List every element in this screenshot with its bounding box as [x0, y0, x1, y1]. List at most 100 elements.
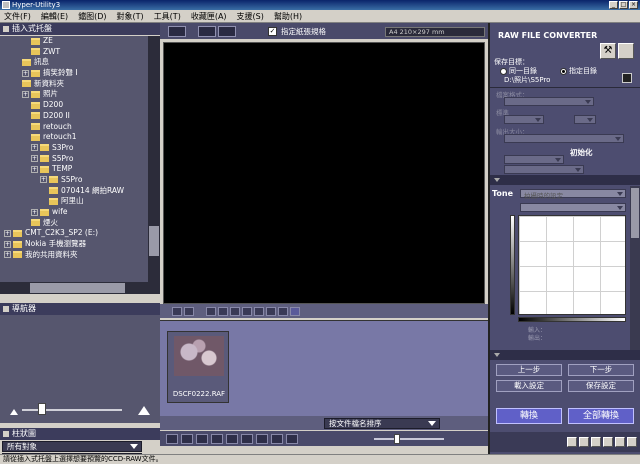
crop-icon[interactable]: [278, 306, 288, 316]
convert-button[interactable]: 轉換: [496, 408, 562, 424]
zoom-icon[interactable]: [254, 306, 264, 316]
menu-favorites[interactable]: 收藏匣(A): [191, 11, 227, 22]
format-select[interactable]: [504, 97, 594, 106]
scroll-thumb[interactable]: [30, 283, 125, 293]
tree-item[interactable]: retouch1: [0, 132, 148, 143]
info-icon[interactable]: [603, 437, 613, 447]
image-preview[interactable]: [163, 42, 485, 304]
menu-tools[interactable]: 工具(T): [154, 11, 181, 22]
print-icon[interactable]: [615, 437, 625, 447]
tree-item[interactable]: + CMT_C2K3_SP2 (E:): [0, 228, 148, 239]
load-settings-button[interactable]: 載入設定: [496, 380, 562, 392]
thumbnail-size-slider[interactable]: [374, 434, 444, 444]
grid-icon[interactable]: [579, 437, 589, 447]
tree-item[interactable]: 訊息: [0, 57, 148, 68]
settings-scrollbar[interactable]: [630, 186, 640, 350]
deselect-icon[interactable]: [241, 433, 253, 444]
sort-select[interactable]: 按文件檔名排序: [324, 418, 440, 429]
rotate-left-icon[interactable]: [206, 306, 216, 316]
scroll-thumb[interactable]: [149, 226, 159, 256]
option-select[interactable]: [504, 165, 584, 174]
initialize-button[interactable]: 初始化: [570, 147, 593, 158]
tree-item[interactable]: D200: [0, 100, 148, 111]
rotate-right-icon[interactable]: [218, 306, 228, 316]
expand-icon[interactable]: +: [31, 155, 38, 163]
expand-icon[interactable]: +: [31, 165, 38, 173]
object-filter-select[interactable]: 所有對象: [2, 441, 142, 452]
save-settings-button[interactable]: 保存設定: [568, 380, 634, 392]
expand-icon[interactable]: +: [31, 144, 38, 152]
tree-item[interactable]: + wife: [0, 207, 148, 218]
last-page-icon[interactable]: [211, 433, 223, 444]
hand-icon[interactable]: [266, 306, 276, 316]
menu-file[interactable]: 文件(F): [4, 11, 31, 22]
grid-icon[interactable]: [618, 43, 634, 59]
menu-edit[interactable]: 編輯(E): [41, 11, 68, 22]
navigator-header[interactable]: 導航器: [0, 303, 160, 315]
tree-item[interactable]: D200 II: [0, 111, 148, 122]
floppy-icon[interactable]: [622, 73, 632, 83]
folder-tree[interactable]: ZE ZWT 訊息 + 搞笑鈴聲 I 新資料夾 + 照片 D200 D200 II retouch r…: [0, 36, 148, 282]
tree-item[interactable]: 070414 網拍RAW: [0, 186, 148, 197]
next-page-icon[interactable]: [196, 433, 208, 444]
list-icon[interactable]: [591, 437, 601, 447]
quality-value[interactable]: [574, 115, 596, 124]
expand-icon[interactable]: +: [22, 90, 29, 98]
compare-view-button[interactable]: [218, 25, 236, 37]
thumbnail-item[interactable]: DSCF0222.RAF: [167, 331, 229, 403]
zoom-track[interactable]: [22, 409, 122, 411]
tone-curve-graph[interactable]: [518, 215, 626, 315]
expand-icon[interactable]: +: [22, 69, 29, 77]
next-step-button[interactable]: 下一步: [568, 364, 634, 376]
zoom-in-icon[interactable]: [138, 406, 150, 415]
expand-icon[interactable]: +: [40, 176, 47, 184]
tree-item[interactable]: + S5Pro: [0, 175, 148, 186]
paper-size-checkbox[interactable]: ✓: [268, 26, 277, 36]
select-all-icon[interactable]: [226, 433, 238, 444]
fit-icon[interactable]: [230, 306, 240, 316]
prev-image-icon[interactable]: [172, 306, 182, 316]
tree-horizontal-scrollbar[interactable]: [0, 282, 160, 294]
next-section-header[interactable]: [490, 350, 640, 360]
tree-item[interactable]: + S5Pro: [0, 154, 148, 165]
prev-step-button[interactable]: 上一步: [496, 364, 562, 376]
tree-item[interactable]: retouch: [0, 122, 148, 133]
expand-icon[interactable]: +: [31, 208, 38, 216]
convert-all-button[interactable]: 全部轉換: [568, 408, 634, 424]
tone-preset-select[interactable]: 拍攝時的設定: [520, 189, 626, 200]
minimize-button[interactable]: _: [609, 1, 618, 9]
channel-select[interactable]: [520, 203, 626, 212]
histogram-header[interactable]: 柱狀圖: [0, 428, 160, 440]
tree-item[interactable]: + 照片: [0, 89, 148, 100]
tree-item[interactable]: + 我的共用資料夾: [0, 250, 148, 261]
expand-icon[interactable]: +: [4, 251, 11, 259]
tree-item[interactable]: 新資料夾: [0, 79, 148, 90]
tree-vertical-scrollbar[interactable]: [148, 36, 160, 282]
tree-item[interactable]: 煙火: [0, 218, 148, 229]
close-panel-icon[interactable]: [627, 437, 637, 447]
rotate-icon[interactable]: [256, 433, 268, 444]
menu-object[interactable]: 對象(T): [117, 11, 144, 22]
tree-item[interactable]: ZE: [0, 36, 148, 47]
delete-icon[interactable]: [271, 433, 283, 444]
tree-item[interactable]: + S3Pro: [0, 143, 148, 154]
actual-size-icon[interactable]: [242, 306, 252, 316]
grid-view-button[interactable]: [198, 25, 216, 37]
plugin-tray-header[interactable]: 插入式托盤: [0, 23, 160, 35]
scroll-thumb[interactable]: [631, 188, 639, 238]
output-size-select[interactable]: [504, 134, 624, 143]
expand-icon[interactable]: +: [4, 240, 11, 248]
close-button[interactable]: ×: [629, 1, 638, 9]
menu-support[interactable]: 支援(S): [237, 11, 264, 22]
wrench-icon[interactable]: ⚒: [600, 43, 616, 59]
tree-item[interactable]: ZWT: [0, 47, 148, 58]
first-page-icon[interactable]: [166, 433, 178, 444]
tree-item[interactable]: + 搞笑鈴聲 I: [0, 68, 148, 79]
tree-item[interactable]: + TEMP: [0, 164, 148, 175]
highlight-icon[interactable]: [290, 306, 300, 316]
prev-page-icon[interactable]: [181, 433, 193, 444]
paper-size-field[interactable]: A4 210×297 mm: [385, 27, 485, 37]
tree-item[interactable]: + Nokia 手機瀏覽器: [0, 239, 148, 250]
tree-item[interactable]: 阿里山: [0, 196, 148, 207]
zoom-slider[interactable]: [10, 403, 150, 415]
